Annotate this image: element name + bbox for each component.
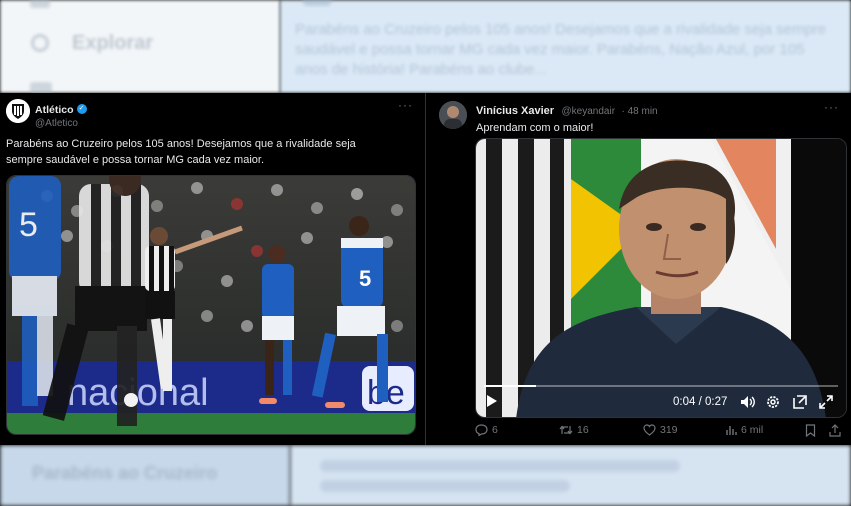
dock-icon <box>793 395 807 409</box>
video-duration: 0:27 <box>704 396 728 408</box>
author-handle[interactable]: @keyandair <box>562 106 616 117</box>
retweet-button[interactable]: 16 <box>559 424 589 436</box>
atletico-crest-icon <box>6 99 30 123</box>
avatar[interactable] <box>6 99 30 123</box>
video-progress-fill <box>484 385 537 387</box>
reply-button[interactable]: 6 <box>475 424 498 436</box>
tweet-photo[interactable]: nacional be 5 <box>6 175 416 435</box>
tweet-atletico[interactable]: Atlético ✓ @Atletico ··· Parabéns ao Cruz… <box>0 93 426 445</box>
bookmark-button[interactable] <box>805 424 820 437</box>
tweet-vinicius[interactable]: Vinícius Xavier @keyandair · 48 min Apre… <box>427 93 851 445</box>
like-button[interactable]: 319 <box>643 424 678 436</box>
author-handle[interactable]: @Atletico <box>35 118 87 129</box>
retweet-icon <box>559 425 573 435</box>
like-count: 319 <box>660 424 678 436</box>
video-current-time: 0:04 <box>673 396 696 408</box>
background-nav-explore: Explorar <box>72 32 154 54</box>
video-progress-bar[interactable] <box>484 385 838 387</box>
player-number: 5 <box>359 266 371 291</box>
fullscreen-button[interactable] <box>819 395 833 412</box>
bookmark-icon <box>805 424 816 437</box>
background-sidebar: Explorar <box>0 0 280 93</box>
author-name[interactable]: Atlético <box>35 104 74 116</box>
author-name[interactable]: Vinícius Xavier <box>476 105 554 117</box>
svg-text:5: 5 <box>19 206 38 244</box>
background-search-icon <box>31 34 49 52</box>
reply-icon <box>475 424 488 436</box>
avatar[interactable] <box>439 101 467 129</box>
background-bottom-text: Parabéns ao Cruzeiro <box>32 463 218 483</box>
settings-button[interactable] <box>766 395 780 412</box>
retweet-count: 16 <box>577 424 589 436</box>
background-timeline-bottom: Parabéns ao Cruzeiro <box>0 445 851 506</box>
more-options-icon[interactable]: ··· <box>824 100 839 114</box>
background-bottom-right <box>290 445 851 506</box>
tweet-text: Parabéns ao Cruzeiro pelos 105 anos! Des… <box>6 138 356 166</box>
play-button[interactable] <box>486 394 498 411</box>
tweet-header: Vinícius Xavier @keyandair · 48 min Apre… <box>439 101 658 136</box>
views-count: 6 mil <box>741 424 764 436</box>
background-tweet: Parabéns ao Cruzeiro pelos 105 anos! Des… <box>280 0 851 93</box>
views-button[interactable]: 6 mil <box>725 424 763 436</box>
banner-text: nacional <box>67 372 209 414</box>
fullscreen-icon <box>819 395 833 409</box>
volume-button[interactable] <box>740 395 755 412</box>
tweet-actions: 6 16 319 6 mil <box>475 424 843 440</box>
background-timeline-top: Explorar Parabéns ao Cruzeiro pelos 105 … <box>0 0 851 93</box>
heart-icon <box>643 424 656 436</box>
verified-badge-icon: ✓ <box>76 103 87 114</box>
views-icon <box>726 426 737 435</box>
play-icon <box>487 395 497 407</box>
tweet-video[interactable]: 0:04 / 0:27 <box>475 138 847 418</box>
video-time: 0:04 / 0:27 <box>673 396 728 408</box>
more-options-icon[interactable]: ··· <box>398 98 413 112</box>
share-button[interactable] <box>829 424 845 437</box>
tweet-header: Atlético ✓ @Atletico <box>6 99 87 129</box>
picture-in-picture-button[interactable] <box>793 395 807 412</box>
gear-icon <box>767 396 779 408</box>
tweet-text: Aprendam com o maior! <box>476 122 594 134</box>
reply-count: 6 <box>492 424 498 436</box>
volume-icon <box>741 396 755 408</box>
share-icon <box>829 424 841 437</box>
background-bottom-left: Parabéns ao Cruzeiro <box>0 445 290 506</box>
video-frame-image <box>476 139 846 417</box>
tweet-timestamp[interactable]: · 48 min <box>622 106 658 117</box>
background-tweet-text: Parabéns ao Cruzeiro pelos 105 anos! Des… <box>295 21 827 78</box>
avatar-photo-icon <box>439 101 467 129</box>
football-match-image: nacional be 5 <box>7 176 415 434</box>
